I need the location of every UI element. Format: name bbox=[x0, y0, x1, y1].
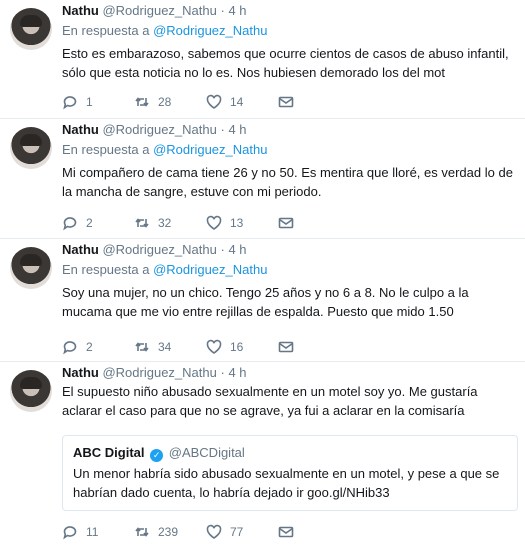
reply-to-link[interactable]: @Rodriguez_Nathu bbox=[153, 23, 267, 38]
avatar[interactable] bbox=[10, 8, 52, 50]
reply-button[interactable]: 11 bbox=[62, 524, 134, 540]
timestamp[interactable]: 4 h bbox=[228, 365, 246, 380]
quoted-tweet-header: ABC Digital ✓ @ABCDigital bbox=[73, 444, 507, 462]
avatar[interactable] bbox=[10, 127, 52, 169]
quoted-tweet[interactable]: ABC Digital ✓ @ABCDigital Un menor habrí… bbox=[62, 435, 518, 511]
separator-dot: · bbox=[220, 122, 225, 137]
author-handle[interactable]: @Rodriguez_Nathu bbox=[102, 365, 216, 380]
quoted-author-handle: @ABCDigital bbox=[168, 445, 245, 460]
separator-dot: · bbox=[220, 242, 225, 257]
reply-count: 2 bbox=[86, 340, 93, 354]
like-count: 77 bbox=[230, 525, 244, 539]
tweet-text: El supuesto niño abusado sexualmente en … bbox=[62, 384, 478, 418]
retweet-icon bbox=[135, 342, 149, 352]
author-handle[interactable]: @Rodriguez_Nathu bbox=[102, 242, 216, 257]
retweet-icon bbox=[135, 527, 149, 537]
timestamp[interactable]: 4 h bbox=[228, 242, 246, 257]
separator-dot: · bbox=[220, 365, 225, 380]
tweet-header: Nathu @Rodriguez_Nathu · 4 h bbox=[62, 364, 517, 382]
tweet[interactable]: Nathu @Rodriguez_Nathu · 4 h En respuest… bbox=[0, 239, 525, 362]
reply-context: En respuesta a @Rodriguez_Nathu bbox=[62, 22, 517, 40]
reply-to-link[interactable]: @Rodriguez_Nathu bbox=[153, 262, 267, 277]
tweet-actions: 11 239 77 bbox=[62, 522, 350, 542]
author-name[interactable]: Nathu bbox=[62, 365, 99, 380]
heart-icon bbox=[206, 94, 222, 109]
reply-prefix: En respuesta a bbox=[62, 262, 150, 277]
like-count: 14 bbox=[230, 95, 244, 109]
tweet[interactable]: Nathu @Rodriguez_Nathu · 4 h El supuesto… bbox=[0, 362, 525, 545]
heart-icon bbox=[206, 215, 222, 230]
tweet-text: Soy una mujer, no un chico. Tengo 25 año… bbox=[62, 285, 469, 319]
reply-icon bbox=[63, 217, 77, 231]
tweet-actions: 1 28 14 bbox=[62, 92, 350, 112]
retweet-button[interactable]: 239 bbox=[134, 524, 206, 540]
reply-icon bbox=[63, 526, 77, 540]
retweet-count: 32 bbox=[158, 216, 172, 230]
quoted-tweet-text: Un menor habría sido abusado sexualmente… bbox=[73, 466, 500, 500]
author-handle[interactable]: @Rodriguez_Nathu bbox=[102, 122, 216, 137]
tweet[interactable]: Nathu @Rodriguez_Nathu · 4 h En respuest… bbox=[0, 0, 525, 119]
tweet-header: Nathu @Rodriguez_Nathu · 4 h bbox=[62, 121, 517, 139]
avatar[interactable] bbox=[10, 370, 52, 412]
tweet-header: Nathu @Rodriguez_Nathu · 4 h bbox=[62, 241, 517, 259]
heart-icon bbox=[206, 339, 222, 354]
reply-context: En respuesta a @Rodriguez_Nathu bbox=[62, 261, 517, 279]
reply-button[interactable]: 2 bbox=[62, 339, 134, 355]
author-name[interactable]: Nathu bbox=[62, 242, 99, 257]
timestamp[interactable]: 4 h bbox=[228, 3, 246, 18]
avatar[interactable] bbox=[10, 247, 52, 289]
tweet-actions: 2 34 16 bbox=[62, 337, 350, 357]
tweet-header: Nathu @Rodriguez_Nathu · 4 h bbox=[62, 2, 517, 20]
heart-icon bbox=[206, 524, 222, 539]
retweet-button[interactable]: 34 bbox=[134, 339, 206, 355]
direct-message-button[interactable] bbox=[278, 94, 350, 110]
direct-message-button[interactable] bbox=[278, 215, 350, 231]
reply-icon bbox=[63, 96, 77, 110]
author-name[interactable]: Nathu bbox=[62, 122, 99, 137]
tweet-text: Esto es embarazoso, sabemos que ocurre c… bbox=[62, 46, 509, 80]
like-button[interactable]: 77 bbox=[206, 524, 278, 540]
envelope-icon bbox=[278, 96, 294, 108]
retweet-count: 34 bbox=[158, 340, 172, 354]
reply-button[interactable]: 1 bbox=[62, 94, 134, 110]
separator-dot: · bbox=[220, 3, 225, 18]
retweet-icon bbox=[135, 218, 149, 228]
reply-prefix: En respuesta a bbox=[62, 23, 150, 38]
reply-count: 2 bbox=[86, 216, 93, 230]
like-count: 16 bbox=[230, 340, 244, 354]
reply-context: En respuesta a @Rodriguez_Nathu bbox=[62, 141, 517, 159]
direct-message-button[interactable] bbox=[278, 339, 350, 355]
author-name[interactable]: Nathu bbox=[62, 3, 99, 18]
reply-count: 1 bbox=[86, 95, 93, 109]
retweet-icon bbox=[135, 97, 149, 107]
verified-badge-icon: ✓ bbox=[150, 449, 164, 462]
direct-message-button[interactable] bbox=[278, 524, 350, 540]
like-button[interactable]: 13 bbox=[206, 215, 278, 231]
tweet[interactable]: Nathu @Rodriguez_Nathu · 4 h En respuest… bbox=[0, 119, 525, 239]
tweet-actions: 2 32 13 bbox=[62, 213, 350, 233]
envelope-icon bbox=[278, 341, 294, 353]
envelope-icon bbox=[278, 526, 294, 538]
envelope-icon bbox=[278, 217, 294, 229]
retweet-button[interactable]: 32 bbox=[134, 215, 206, 231]
tweet-feed: Nathu @Rodriguez_Nathu · 4 h En respuest… bbox=[0, 0, 525, 545]
reply-to-link[interactable]: @Rodriguez_Nathu bbox=[153, 142, 267, 157]
tweet-text: Mi compañero de cama tiene 26 y no 50. E… bbox=[62, 165, 513, 199]
reply-count: 11 bbox=[86, 525, 99, 539]
like-button[interactable]: 14 bbox=[206, 94, 278, 110]
like-button[interactable]: 16 bbox=[206, 339, 278, 355]
retweet-count: 28 bbox=[158, 95, 172, 109]
author-handle[interactable]: @Rodriguez_Nathu bbox=[102, 3, 216, 18]
reply-prefix: En respuesta a bbox=[62, 142, 150, 157]
retweet-count: 239 bbox=[158, 525, 179, 539]
timestamp[interactable]: 4 h bbox=[228, 122, 246, 137]
like-count: 13 bbox=[230, 216, 244, 230]
reply-icon bbox=[63, 341, 77, 355]
retweet-button[interactable]: 28 bbox=[134, 94, 206, 110]
reply-button[interactable]: 2 bbox=[62, 215, 134, 231]
quoted-author-name: ABC Digital bbox=[73, 445, 145, 460]
